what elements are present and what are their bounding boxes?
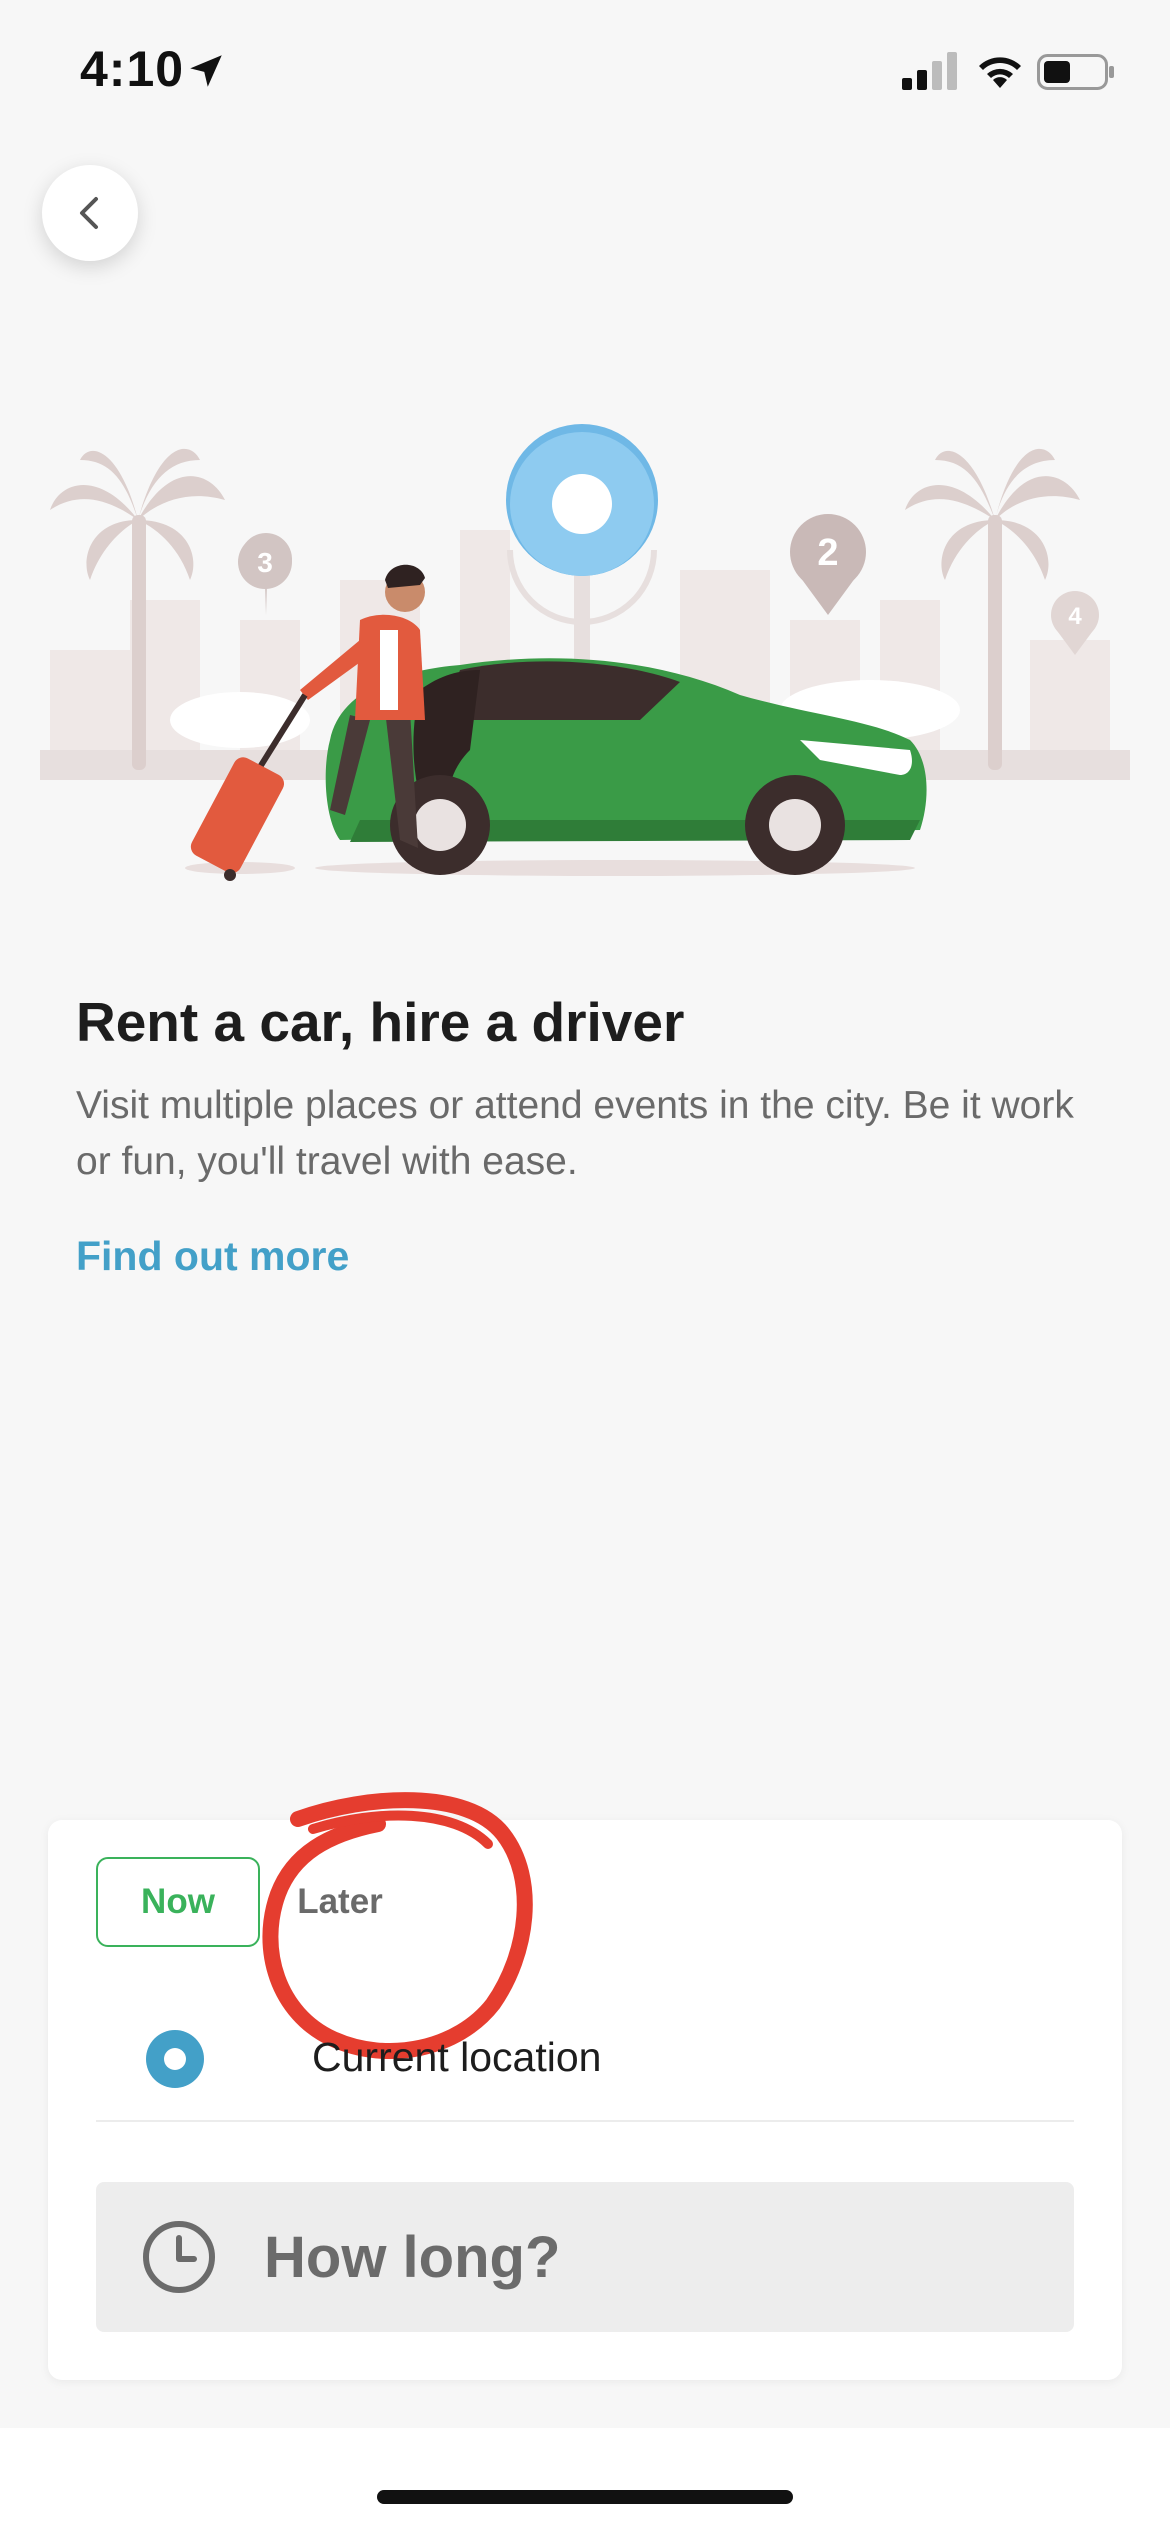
location-arrow-icon (185, 50, 227, 92)
chevron-left-icon (70, 193, 110, 233)
info-title: Rent a car, hire a driver (76, 990, 684, 1054)
pin-4-label: 4 (1068, 603, 1082, 630)
pin-2: 2 (790, 514, 866, 615)
tab-now[interactable]: Now (96, 1857, 260, 1947)
pin-2-label: 2 (817, 532, 838, 574)
status-bar: 4:10 (0, 0, 1170, 150)
pickup-location-label: Current location (312, 2034, 601, 2081)
duration-placeholder: How long? (264, 2224, 560, 2291)
tab-later[interactable]: Later (260, 1857, 420, 1947)
status-time: 4:10 (80, 40, 184, 98)
pin-3-label: 3 (257, 547, 273, 578)
bottom-safe-area (0, 2428, 1170, 2532)
wifi-icon (975, 50, 1025, 90)
hero-illustration: 3 2 4 (40, 420, 1130, 900)
back-button[interactable] (42, 165, 138, 261)
pin-3: 3 (238, 533, 292, 615)
signal-icon (902, 52, 960, 92)
home-indicator[interactable] (377, 2490, 793, 2504)
find-out-more-link[interactable]: Find out more (76, 1233, 349, 1280)
battery-icon (1037, 54, 1115, 90)
main-location-pin (506, 424, 658, 660)
info-description: Visit multiple places or attend events i… (76, 1078, 1096, 1190)
pickup-location-row[interactable]: Current location (96, 1990, 1074, 2122)
booking-card: Now Later Current location How long? (48, 1820, 1122, 2380)
clock-icon (142, 2220, 216, 2294)
location-dot-icon (146, 2030, 204, 2088)
duration-input[interactable]: How long? (96, 2182, 1074, 2332)
